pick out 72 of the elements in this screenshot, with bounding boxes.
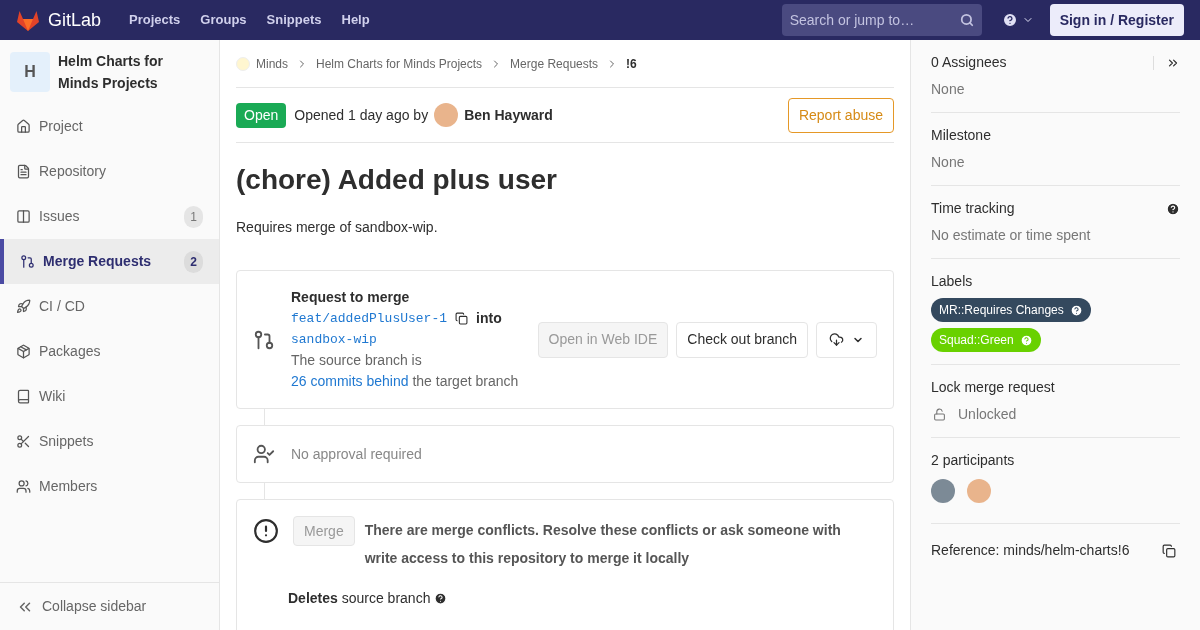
nav-link[interactable]: Groups xyxy=(200,10,247,30)
merge-request-icon xyxy=(253,328,275,351)
participant-avatar xyxy=(931,479,955,503)
milestone-value: None xyxy=(931,153,966,172)
brand-name[interactable]: GitLab xyxy=(48,6,102,34)
breadcrumb-link[interactable]: Minds xyxy=(256,54,288,73)
sidebar-item[interactable]: Issues 1 xyxy=(0,194,219,239)
nav-link[interactable]: Projects xyxy=(129,10,181,30)
source-branch-link[interactable]: feat/addedPlusUser-1 xyxy=(291,308,448,329)
group-avatar xyxy=(236,56,250,71)
sidebar-item[interactable]: CI / CD xyxy=(0,284,219,329)
count-badge: 1 xyxy=(184,205,203,228)
participants-title: 2 participants xyxy=(931,451,1016,470)
description-text: Requires merge of sandbox-wip. xyxy=(236,218,439,237)
conflict-message: There are merge conflicts. Resolve these conflicts or ask someone with write access to this repository to merge it locally xyxy=(364,521,842,568)
lock-title: Lock merge request xyxy=(931,378,1056,397)
participant-avatar xyxy=(967,479,991,503)
collapse-sidebar-button[interactable]: Collapse sidebar xyxy=(0,582,219,630)
search-icon xyxy=(959,13,974,27)
download-button[interactable] xyxy=(816,321,877,358)
sidebar-item[interactable]: Repository xyxy=(0,149,219,194)
reference-text: Reference: minds/helm-charts!6 xyxy=(931,541,1131,560)
sidebar-item[interactable]: Snippets xyxy=(0,419,219,464)
status-badge: Open xyxy=(236,102,287,128)
request-heading: Request to merge xyxy=(291,288,411,307)
deletes-branch-text: Deletes source branch xyxy=(288,589,431,608)
commits-behind-link[interactable]: 26 commits behind xyxy=(291,373,409,389)
milestone-title: Milestone xyxy=(931,126,992,145)
help-icon xyxy=(1001,12,1018,28)
copy-icon[interactable] xyxy=(1162,543,1176,558)
breadcrumb-link[interactable]: Merge Requests xyxy=(510,54,599,73)
fox-logo-icon xyxy=(16,9,40,31)
author-link[interactable]: Ben Hayward xyxy=(464,104,553,126)
breadcrumb-link[interactable]: Helm Charts for Minds Projects xyxy=(316,54,483,73)
help-icon xyxy=(1069,303,1083,317)
label-tag[interactable]: MR::Requires Changes xyxy=(931,298,1091,322)
behind-text: The source branch is 26 commits behind the target branch xyxy=(291,351,520,391)
help-icon[interactable] xyxy=(434,592,448,605)
breadcrumb-link[interactable]: !6 xyxy=(626,54,637,73)
target-branch-link[interactable]: sandbox-wip xyxy=(291,329,377,350)
sidebar-item[interactable]: Members xyxy=(0,464,219,509)
nav-link[interactable]: Snippets xyxy=(266,10,322,30)
assignees-value: None xyxy=(931,80,966,99)
help-icon xyxy=(1019,333,1033,347)
checkout-button[interactable]: Check out branch xyxy=(676,321,808,358)
help-icon[interactable] xyxy=(1166,201,1180,216)
merge-request-title: (chore) Added plus user xyxy=(236,163,558,197)
approval-text: No approval required xyxy=(291,444,422,464)
warning-icon xyxy=(253,518,279,544)
sidebar-item[interactable]: Packages xyxy=(0,329,219,374)
labels-title: Labels xyxy=(931,272,974,291)
time-tracking-title: Time tracking xyxy=(931,199,1016,218)
search-field[interactable]: Search or jump to… xyxy=(781,4,982,36)
time-tracking-value: No estimate or time spent xyxy=(931,226,1092,245)
count-badge: 2 xyxy=(184,250,203,273)
author-avatar xyxy=(434,103,459,127)
sidebar-item[interactable]: Wiki xyxy=(0,374,219,419)
sidebar-item[interactable]: Project xyxy=(0,104,219,149)
project-avatar[interactable]: H xyxy=(10,52,50,92)
sidebar-item[interactable]: Merge Requests 2 xyxy=(0,239,219,284)
assignees-title: 0 Assignees xyxy=(931,53,1008,72)
into-text: into xyxy=(476,309,502,328)
nav-link[interactable]: Help xyxy=(341,10,370,30)
unlocked-icon xyxy=(933,408,946,421)
copy-icon[interactable] xyxy=(455,312,469,325)
user-check-icon xyxy=(253,443,275,465)
opened-text: Opened 1 day ago by xyxy=(294,105,429,125)
project-name[interactable]: Helm Charts for Minds Projects xyxy=(58,50,178,94)
lock-value: Unlocked xyxy=(958,405,1017,424)
cloud-download-icon xyxy=(829,332,844,347)
help-menu-button[interactable] xyxy=(1001,12,1034,28)
sign-in-button[interactable]: Sign in / Register xyxy=(1049,4,1184,36)
